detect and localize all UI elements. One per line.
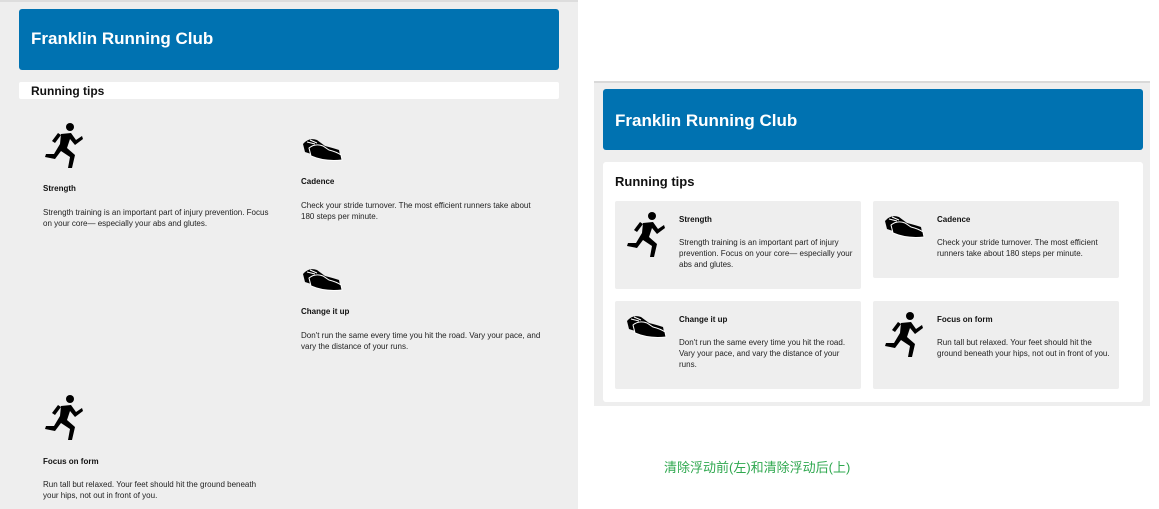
site-header: Franklin Running Club bbox=[603, 89, 1143, 150]
runner-icon bbox=[885, 312, 923, 357]
running-shoes-icon bbox=[303, 139, 343, 161]
tip-title: Cadence bbox=[937, 215, 971, 224]
tip-card-change-it-up: Change it up Don't run the same every ti… bbox=[615, 301, 861, 389]
site-header: Franklin Running Club bbox=[19, 9, 559, 70]
tip-title: Focus on form bbox=[43, 457, 99, 466]
section-title: Running tips bbox=[615, 174, 695, 189]
tip-title: Change it up bbox=[301, 307, 350, 316]
tip-description: Run tall but relaxed. Your feet should h… bbox=[937, 338, 1110, 358]
tip-title: Cadence bbox=[301, 177, 335, 186]
before-clear-float-panel: Franklin Running Club Running tips Stren… bbox=[0, 0, 578, 509]
running-shoes-icon bbox=[303, 269, 343, 291]
tip-title: Strength bbox=[43, 184, 76, 193]
tip-description: Don't run the same every time you hit th… bbox=[301, 331, 541, 351]
tip-focus-on-form: Focus on form Run tall but relaxed. Your… bbox=[43, 394, 273, 504]
section-title: Running tips bbox=[31, 84, 105, 98]
tip-title: Change it up bbox=[679, 315, 728, 324]
tip-description: Check your stride turnover. The most eff… bbox=[301, 201, 531, 221]
tip-card-strength: Strength Strength training is an importa… bbox=[615, 201, 861, 289]
running-tips-section: Running tips bbox=[19, 82, 559, 99]
running-tips-section: Running tips Strength Strength training … bbox=[603, 162, 1143, 402]
tip-description: Check your stride turnover. The most eff… bbox=[937, 238, 1098, 258]
tip-change-it-up: Change it up Don't run the same every ti… bbox=[301, 264, 541, 354]
after-clear-float-panel: Franklin Running Club Running tips Stren… bbox=[594, 81, 1150, 406]
site-title: Franklin Running Club bbox=[615, 111, 798, 130]
tip-cadence: Cadence Check your stride turnover. The … bbox=[301, 134, 531, 224]
site-title: Franklin Running Club bbox=[31, 29, 214, 48]
tip-title: Focus on form bbox=[937, 315, 993, 324]
running-shoes-icon bbox=[627, 316, 667, 338]
running-shoes-icon bbox=[885, 216, 925, 238]
tip-card-focus-on-form: Focus on form Run tall but relaxed. Your… bbox=[873, 301, 1119, 389]
tip-description: Strength training is an important part o… bbox=[43, 208, 269, 228]
tip-description: Don't run the same every time you hit th… bbox=[679, 338, 846, 369]
tip-description: Strength training is an important part o… bbox=[679, 238, 853, 269]
runner-icon bbox=[45, 123, 83, 168]
comparison-caption: 清除浮动前(左)和清除浮动后(上) bbox=[664, 460, 851, 475]
tip-strength: Strength Strength training is an importa… bbox=[43, 122, 273, 232]
tip-description: Run tall but relaxed. Your feet should h… bbox=[43, 480, 257, 500]
runner-icon bbox=[627, 212, 665, 257]
runner-icon bbox=[45, 395, 83, 440]
tip-title: Strength bbox=[679, 215, 712, 224]
tip-card-cadence: Cadence Check your stride turnover. The … bbox=[873, 201, 1119, 278]
